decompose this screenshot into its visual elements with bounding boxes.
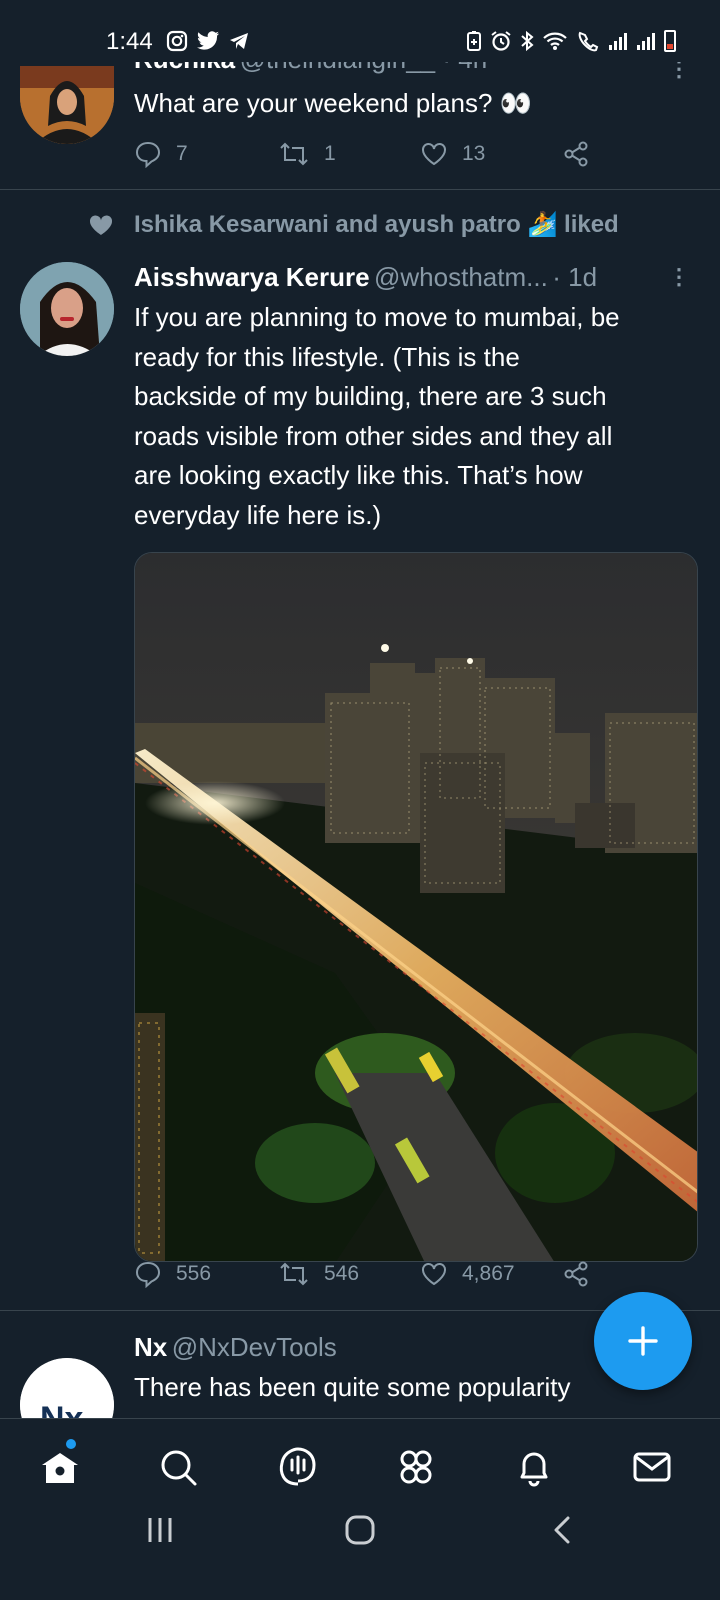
author-handle: @theindiangirl__ · 4h [240,62,488,74]
retweet-button[interactable]: 546 [278,1260,359,1288]
tweet-header: Ruchika @theindiangirl__ · 4h [134,62,487,75]
tweet-text-line: ready for this lifestyle. (This is the [134,341,520,372]
nav-messages[interactable] [630,1445,674,1489]
author-name[interactable]: Aisshwarya Kerure [134,262,370,292]
tweet-text-line: are looking exactly like this. That’s ho… [134,460,583,490]
like-button[interactable]: 4,867 [420,1260,515,1288]
reply-count: 556 [176,1262,212,1285]
avatar[interactable] [20,66,114,144]
compose-tweet-button[interactable] [594,1292,692,1390]
tweet-text-line: roads visible from other sides and they … [134,420,613,451]
tweet-time: · 1d [552,262,598,292]
bluetooth-icon [521,30,534,52]
call-signal-icon [578,31,599,52]
signal-icon [609,33,627,50]
tweet-text-line: everyday life here is.) [134,499,382,530]
reply-button[interactable]: 7 [134,140,188,168]
twitter-icon [197,31,219,50]
nav-spaces[interactable] [276,1445,320,1489]
like-count: 13 [462,142,486,165]
svg-text:Nx: Nx [40,1400,84,1418]
bottom-nav [0,1418,720,1514]
plus-icon [628,1326,658,1356]
heart-icon [422,143,446,166]
avatar[interactable]: Nx [20,1358,114,1418]
battery-icon [664,30,676,52]
timeline[interactable]: Ruchika @theindiangirl__ · 4h ⋮ What are… [0,62,720,1418]
reply-button[interactable]: 556 [134,1260,211,1288]
tweet-text-line: If you are planning to move to mumbai, b… [134,302,620,332]
retweet-icon [280,1262,308,1286]
battery-saver-icon [467,31,481,51]
author-handle[interactable]: @NxDevTools [172,1332,337,1362]
heart-filled-icon [89,214,113,235]
recent-apps-icon[interactable] [144,1514,176,1546]
share-button[interactable] [562,140,590,168]
more-options-icon[interactable]: ⋮ [668,266,690,288]
reply-icon [135,1261,161,1288]
nav-search[interactable] [156,1445,200,1489]
tweet-text-line: backside of my building, there are 3 suc… [134,381,607,411]
search-icon [161,1450,197,1486]
retweet-button[interactable]: 1 [278,140,336,168]
nav-communities[interactable] [394,1445,438,1489]
nav-home[interactable] [38,1439,82,1489]
back-icon[interactable] [548,1514,580,1546]
communities-icon [400,1450,432,1484]
unread-dot [66,1439,76,1449]
social-context: Ishika Kesarwani and ayush patro 🏄 liked [88,210,619,239]
system-status-icons [466,30,676,52]
share-icon [564,1261,588,1287]
retweet-count: 1 [324,142,336,165]
avatar[interactable] [20,262,114,356]
tweet-text: There has been quite some popularity [134,1372,571,1402]
heart-icon [422,1263,446,1286]
system-nav-bar [0,1514,720,1600]
tweet-photo[interactable] [134,552,698,1262]
reply-count: 7 [176,142,188,165]
social-context-text[interactable]: Ishika Kesarwani and ayush patro 🏄 liked [134,210,619,239]
home-icon [42,1453,78,1483]
share-icon [564,141,588,167]
status-bar: 1:44 [0,0,720,62]
author-handle[interactable]: @whosthatm... [374,262,548,292]
wifi-icon [543,32,567,50]
instagram-icon [166,30,188,52]
nav-notifications[interactable] [512,1445,556,1489]
like-button[interactable]: 13 [420,140,485,168]
retweet-icon [280,142,308,166]
notifications-icon [520,1452,548,1487]
signal-icon [637,33,655,50]
spaces-icon [279,1447,316,1486]
alarm-icon [491,31,511,51]
author-name[interactable]: Ruchika [134,62,235,74]
tweet-text: If you are planning to move to mumbai, b… [134,298,704,535]
notification-icons [166,30,250,52]
tweet-header: Aisshwarya Kerure @whosthatm... · 1d [134,262,597,293]
more-options-icon[interactable]: ⋮ [668,62,690,80]
like-count: 4,867 [462,1262,515,1285]
home-button-icon[interactable] [344,1514,376,1546]
messages-icon [633,1452,671,1482]
telegram-icon [230,33,248,49]
retweet-count: 546 [324,1262,360,1285]
share-button[interactable] [562,1260,590,1288]
author-name[interactable]: Nx [134,1332,167,1362]
status-time: 1:44 [106,28,153,55]
tweet-text: What are your weekend plans? 👀 [134,88,533,118]
reply-icon [135,141,161,168]
tweet-header: Nx @NxDevTools [134,1332,337,1363]
divider [0,189,720,190]
